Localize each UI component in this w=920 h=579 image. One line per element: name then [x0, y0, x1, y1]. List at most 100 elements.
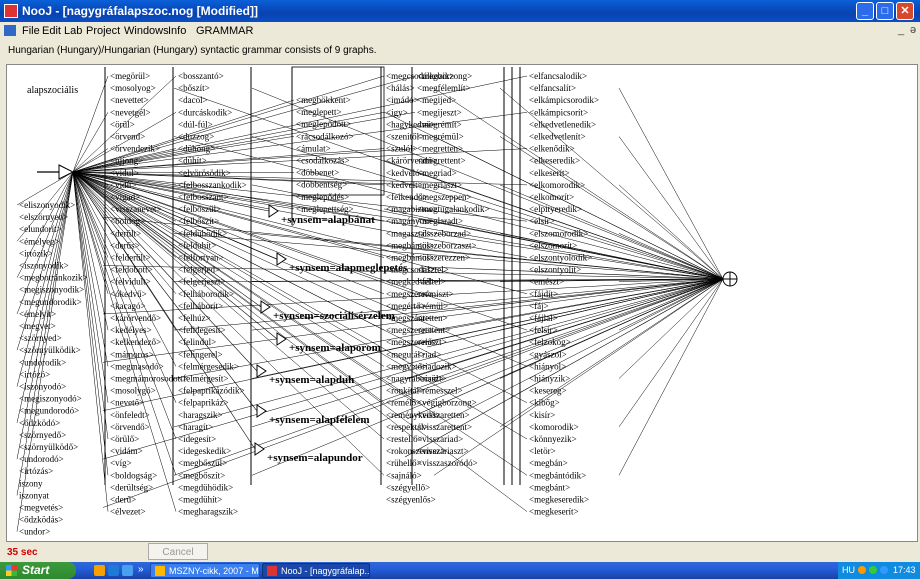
graph-term: <kesereg>	[529, 386, 567, 396]
tray-network-icon[interactable]	[869, 566, 877, 574]
tray-app-icon[interactable]	[858, 566, 866, 574]
graph-term: <megbántódik>	[529, 470, 586, 480]
document-icon[interactable]	[4, 25, 16, 36]
graph-term: <derű>	[110, 495, 136, 505]
graph-term: <riad>	[417, 349, 441, 359]
start-button[interactable]: Start	[0, 562, 76, 579]
quicklaunch-ie-icon[interactable]	[108, 565, 119, 576]
graph-term: <megbánt>	[529, 482, 570, 492]
graph-term: <rémesszel>	[417, 386, 463, 396]
graph-term: <megkeseredik>	[529, 495, 589, 505]
taskbar-item-word[interactable]: MSZNY-cikk, 2007 - M...	[150, 563, 260, 578]
windows-flag-icon	[6, 565, 17, 576]
graph-term: <riaszt>	[417, 374, 447, 384]
graph-term: <hálás>	[386, 83, 415, 93]
graph-term: <fáj>	[529, 301, 549, 311]
graph-term: <sajnáló>	[386, 470, 422, 480]
menu-lab[interactable]: Lab	[64, 25, 82, 37]
graph-term: <végigborzong>	[417, 398, 477, 408]
taskbar-item-label: NooJ - [nagygráfalap...	[281, 566, 370, 576]
graph-term: <derültség>	[110, 482, 153, 492]
graph-term: <összeborzaszt>	[417, 240, 477, 250]
graph-term: <szörnyedő>	[19, 430, 66, 440]
graph-term: <dühít>	[178, 156, 207, 166]
graph-term: <felsír>	[529, 325, 558, 335]
menu-project[interactable]: Project	[86, 25, 120, 37]
graph-transition	[433, 278, 724, 428]
graph-term: <ődzködás>	[19, 515, 63, 525]
graph-transition	[72, 171, 262, 308]
graph-term: <hiányzik>	[529, 374, 570, 384]
graph-term: iszonyat	[19, 490, 49, 500]
subgraph-node: +synsem=alapundor	[267, 452, 363, 464]
subgraph-node: +synsem=alapbánat	[281, 214, 375, 226]
graph-term: <önfeledt>	[110, 410, 150, 420]
minimize-button[interactable]: _	[856, 2, 874, 20]
grammar-graph[interactable]: alapszociális<eliszonyodik><elszörnyed><…	[7, 65, 918, 542]
quicklaunch-browser-icon[interactable]	[122, 565, 133, 576]
graph-term: <boldogság>	[110, 470, 157, 480]
graph-term: <felmérgesít>	[178, 374, 228, 384]
subgraph-node: +synsem=alapmeglepetés	[289, 262, 408, 274]
nooj-icon	[267, 566, 277, 576]
graph-transition	[251, 278, 724, 331]
subgraph-node: +synsem=alaporom	[289, 342, 381, 354]
graph-transition	[72, 136, 295, 173]
graph-term: <undorodó>	[19, 454, 64, 464]
nooj-app-icon[interactable]	[4, 4, 18, 18]
graph-canvas[interactable]: alapszociális <eliszonyodik> <elszörnyed> <…	[6, 64, 918, 542]
graph-term: <elkomorodik>	[529, 180, 585, 190]
graph-transition	[433, 278, 724, 476]
graph-term: <szégyellő>	[386, 482, 430, 492]
taskbar-item-nooj[interactable]: NooJ - [nagygráfalap...	[262, 563, 370, 578]
subgraph-node: +synsem=alapduh	[269, 374, 354, 386]
graph-term: <megbán>	[529, 458, 568, 468]
close-button[interactable]: ✕	[896, 2, 914, 20]
quicklaunch-more-chevron[interactable]: »	[138, 564, 144, 575]
graph-term: <igy>	[386, 107, 408, 117]
mdi-restore-button[interactable]: ə	[910, 24, 916, 36]
graph-term: <mosolygó>	[110, 386, 156, 396]
menu-windows[interactable]: Windows	[124, 25, 169, 37]
graph-transition	[433, 278, 724, 379]
graph-term: <megharagszik>	[178, 507, 238, 517]
graph-term: <felháborít>	[178, 301, 223, 311]
graph-transition	[618, 278, 724, 428]
graph-term: <dacol>	[178, 95, 208, 105]
menu-grammar[interactable]: GRAMMAR	[196, 25, 253, 37]
graph-term: <irtózás>	[19, 466, 53, 476]
tray-volume-icon[interactable]	[880, 566, 888, 574]
menu-edit[interactable]: Edit	[42, 25, 61, 37]
graph-term: <elszontyolodik>	[529, 253, 592, 263]
graph-term: <dúl-fúl>	[178, 119, 213, 129]
graph-term: <megfélemlít>	[417, 83, 471, 93]
menu-file[interactable]: File	[22, 25, 40, 37]
graph-term: <szörnyed>	[19, 333, 62, 343]
window-titlebar[interactable]: NooJ - [nagygráfalapszoc.nog [Modified]]…	[0, 0, 920, 22]
graph-term: <derült>	[110, 228, 141, 238]
tray-clock: 17:43	[893, 565, 916, 575]
graph-term: <elkomorít>	[529, 192, 574, 202]
graph-term: <idegeskedik>	[178, 446, 231, 456]
graph-transition	[72, 171, 258, 372]
taskbar-item-label: MSZNY-cikk, 2007 - M...	[169, 566, 260, 576]
graph-term: <meglaradt>	[417, 216, 463, 226]
mdi-minimize-button[interactable]: _	[898, 24, 904, 36]
menu-info[interactable]: Info	[168, 25, 186, 37]
graph-term: <duzzog>	[178, 132, 214, 142]
graph-term: <víg>	[110, 458, 132, 468]
graph-term: <mámoros>	[110, 349, 154, 359]
graph-term: <haragszik>	[178, 410, 223, 420]
quicklaunch-desktop-icon[interactable]	[94, 565, 105, 576]
graph-term: <durcáskodik>	[178, 107, 232, 117]
graph-term: <megbőszül>	[178, 458, 227, 468]
graph-term: <visszarettent>	[417, 422, 472, 432]
maximize-button[interactable]: □	[876, 2, 894, 20]
cancel-button[interactable]: Cancel	[148, 543, 208, 560]
graph-term: <nevettet>	[110, 95, 149, 105]
graph-term: <kacagó>	[110, 301, 146, 311]
word-icon	[155, 566, 165, 576]
graph-term: <megrettent>	[417, 156, 466, 166]
language-indicator[interactable]: HU	[842, 565, 855, 575]
graph-term: <vidám>	[110, 446, 143, 456]
